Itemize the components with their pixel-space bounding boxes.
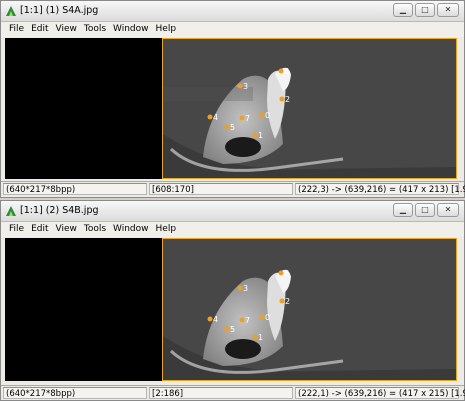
menu-window[interactable]: Window <box>113 22 149 37</box>
empty-canvas-area <box>5 238 162 381</box>
marker-label: 4 <box>213 113 218 122</box>
marker-label: 1 <box>258 131 263 140</box>
marker-label: 0 <box>265 313 270 322</box>
close-button[interactable]: ✕ <box>437 3 459 17</box>
maximize-icon: □ <box>421 5 429 14</box>
menu-file[interactable]: File <box>9 222 24 237</box>
close-icon: ✕ <box>444 205 452 214</box>
marker-label: 2 <box>285 297 290 306</box>
menu-file[interactable]: File <box>9 22 24 37</box>
menu-tools[interactable]: Tools <box>84 22 106 37</box>
marker-label: 6 <box>284 67 289 76</box>
menu-bar: File Edit View Tools Window Help <box>1 22 464 37</box>
minimize-icon: ▁ <box>399 205 407 214</box>
marker-label: 2 <box>285 95 290 104</box>
marker-label: 1 <box>258 333 263 342</box>
window-title: [1:1] (1) S4A.jpg <box>20 5 99 16</box>
menu-tools[interactable]: Tools <box>84 222 106 237</box>
menu-edit[interactable]: Edit <box>31 22 48 37</box>
status-cursor: [608:170] <box>149 183 293 195</box>
radiograph-image[interactable]: 1 2 3 4 5 6 7 0 <box>162 238 457 381</box>
app-icon <box>6 6 16 16</box>
image-window-1: [1:1] (1) S4A.jpg ▁ □ ✕ File Edit View Tool… <box>0 0 465 198</box>
radiograph-svg: 1 2 3 4 5 6 7 0 <box>163 39 456 178</box>
marker-label: 3 <box>243 82 248 91</box>
menu-bar: File Edit View Tools Window Help <box>1 222 464 237</box>
menu-edit[interactable]: Edit <box>31 222 48 237</box>
image-canvas[interactable]: 1 2 3 4 5 6 7 0 <box>5 38 457 179</box>
close-icon: ✕ <box>444 5 452 14</box>
minimize-button[interactable]: ▁ <box>393 3 413 17</box>
marker-label: 5 <box>230 325 235 334</box>
empty-canvas-area <box>5 38 162 179</box>
title-bar[interactable]: [1:1] (1) S4A.jpg ▁ □ ✕ <box>1 1 464 22</box>
menu-help[interactable]: Help <box>156 22 177 37</box>
radiograph-image[interactable]: 1 2 3 4 5 6 7 0 <box>162 38 457 179</box>
maximize-button[interactable]: □ <box>415 3 435 17</box>
status-cursor: [2:186] <box>149 387 293 399</box>
menu-view[interactable]: View <box>56 22 77 37</box>
status-bar: (640*217*8bpp) [2:186] (222,1) -> (639,2… <box>1 385 465 400</box>
menu-view[interactable]: View <box>56 222 77 237</box>
app-icon <box>6 206 16 216</box>
minimize-button[interactable]: ▁ <box>393 203 413 217</box>
image-window-2: [1:1] (2) S4B.jpg ▁ □ ✕ File Edit View Tool… <box>0 200 465 401</box>
close-button[interactable]: ✕ <box>437 203 459 217</box>
marker-label: 7 <box>245 114 250 123</box>
menu-window[interactable]: Window <box>113 222 149 237</box>
image-canvas[interactable]: 1 2 3 4 5 6 7 0 <box>5 238 457 381</box>
marker-label: 7 <box>245 316 250 325</box>
maximize-icon: □ <box>421 205 429 214</box>
marker-label: 6 <box>284 269 289 278</box>
radiograph-svg: 1 2 3 4 5 6 7 0 <box>163 239 456 380</box>
status-bar: (640*217*8bpp) [608:170] (222,3) -> (639… <box>1 181 465 196</box>
marker-label: 0 <box>265 111 270 120</box>
title-bar[interactable]: [1:1] (2) S4B.jpg ▁ □ ✕ <box>1 201 464 222</box>
menu-help[interactable]: Help <box>156 222 177 237</box>
status-format: (640*217*8bpp) <box>3 387 147 399</box>
minimize-icon: ▁ <box>399 5 407 14</box>
status-format: (640*217*8bpp) <box>3 183 147 195</box>
status-selection: (222,1) -> (639,216) = (417 x 215) [1.94… <box>295 387 465 399</box>
window-title: [1:1] (2) S4B.jpg <box>20 205 99 216</box>
status-selection: (222,3) -> (639,216) = (417 x 213) [1.96… <box>295 183 465 195</box>
marker-label: 4 <box>213 315 218 324</box>
marker-label: 3 <box>243 284 248 293</box>
marker-label: 5 <box>230 123 235 132</box>
maximize-button[interactable]: □ <box>415 203 435 217</box>
